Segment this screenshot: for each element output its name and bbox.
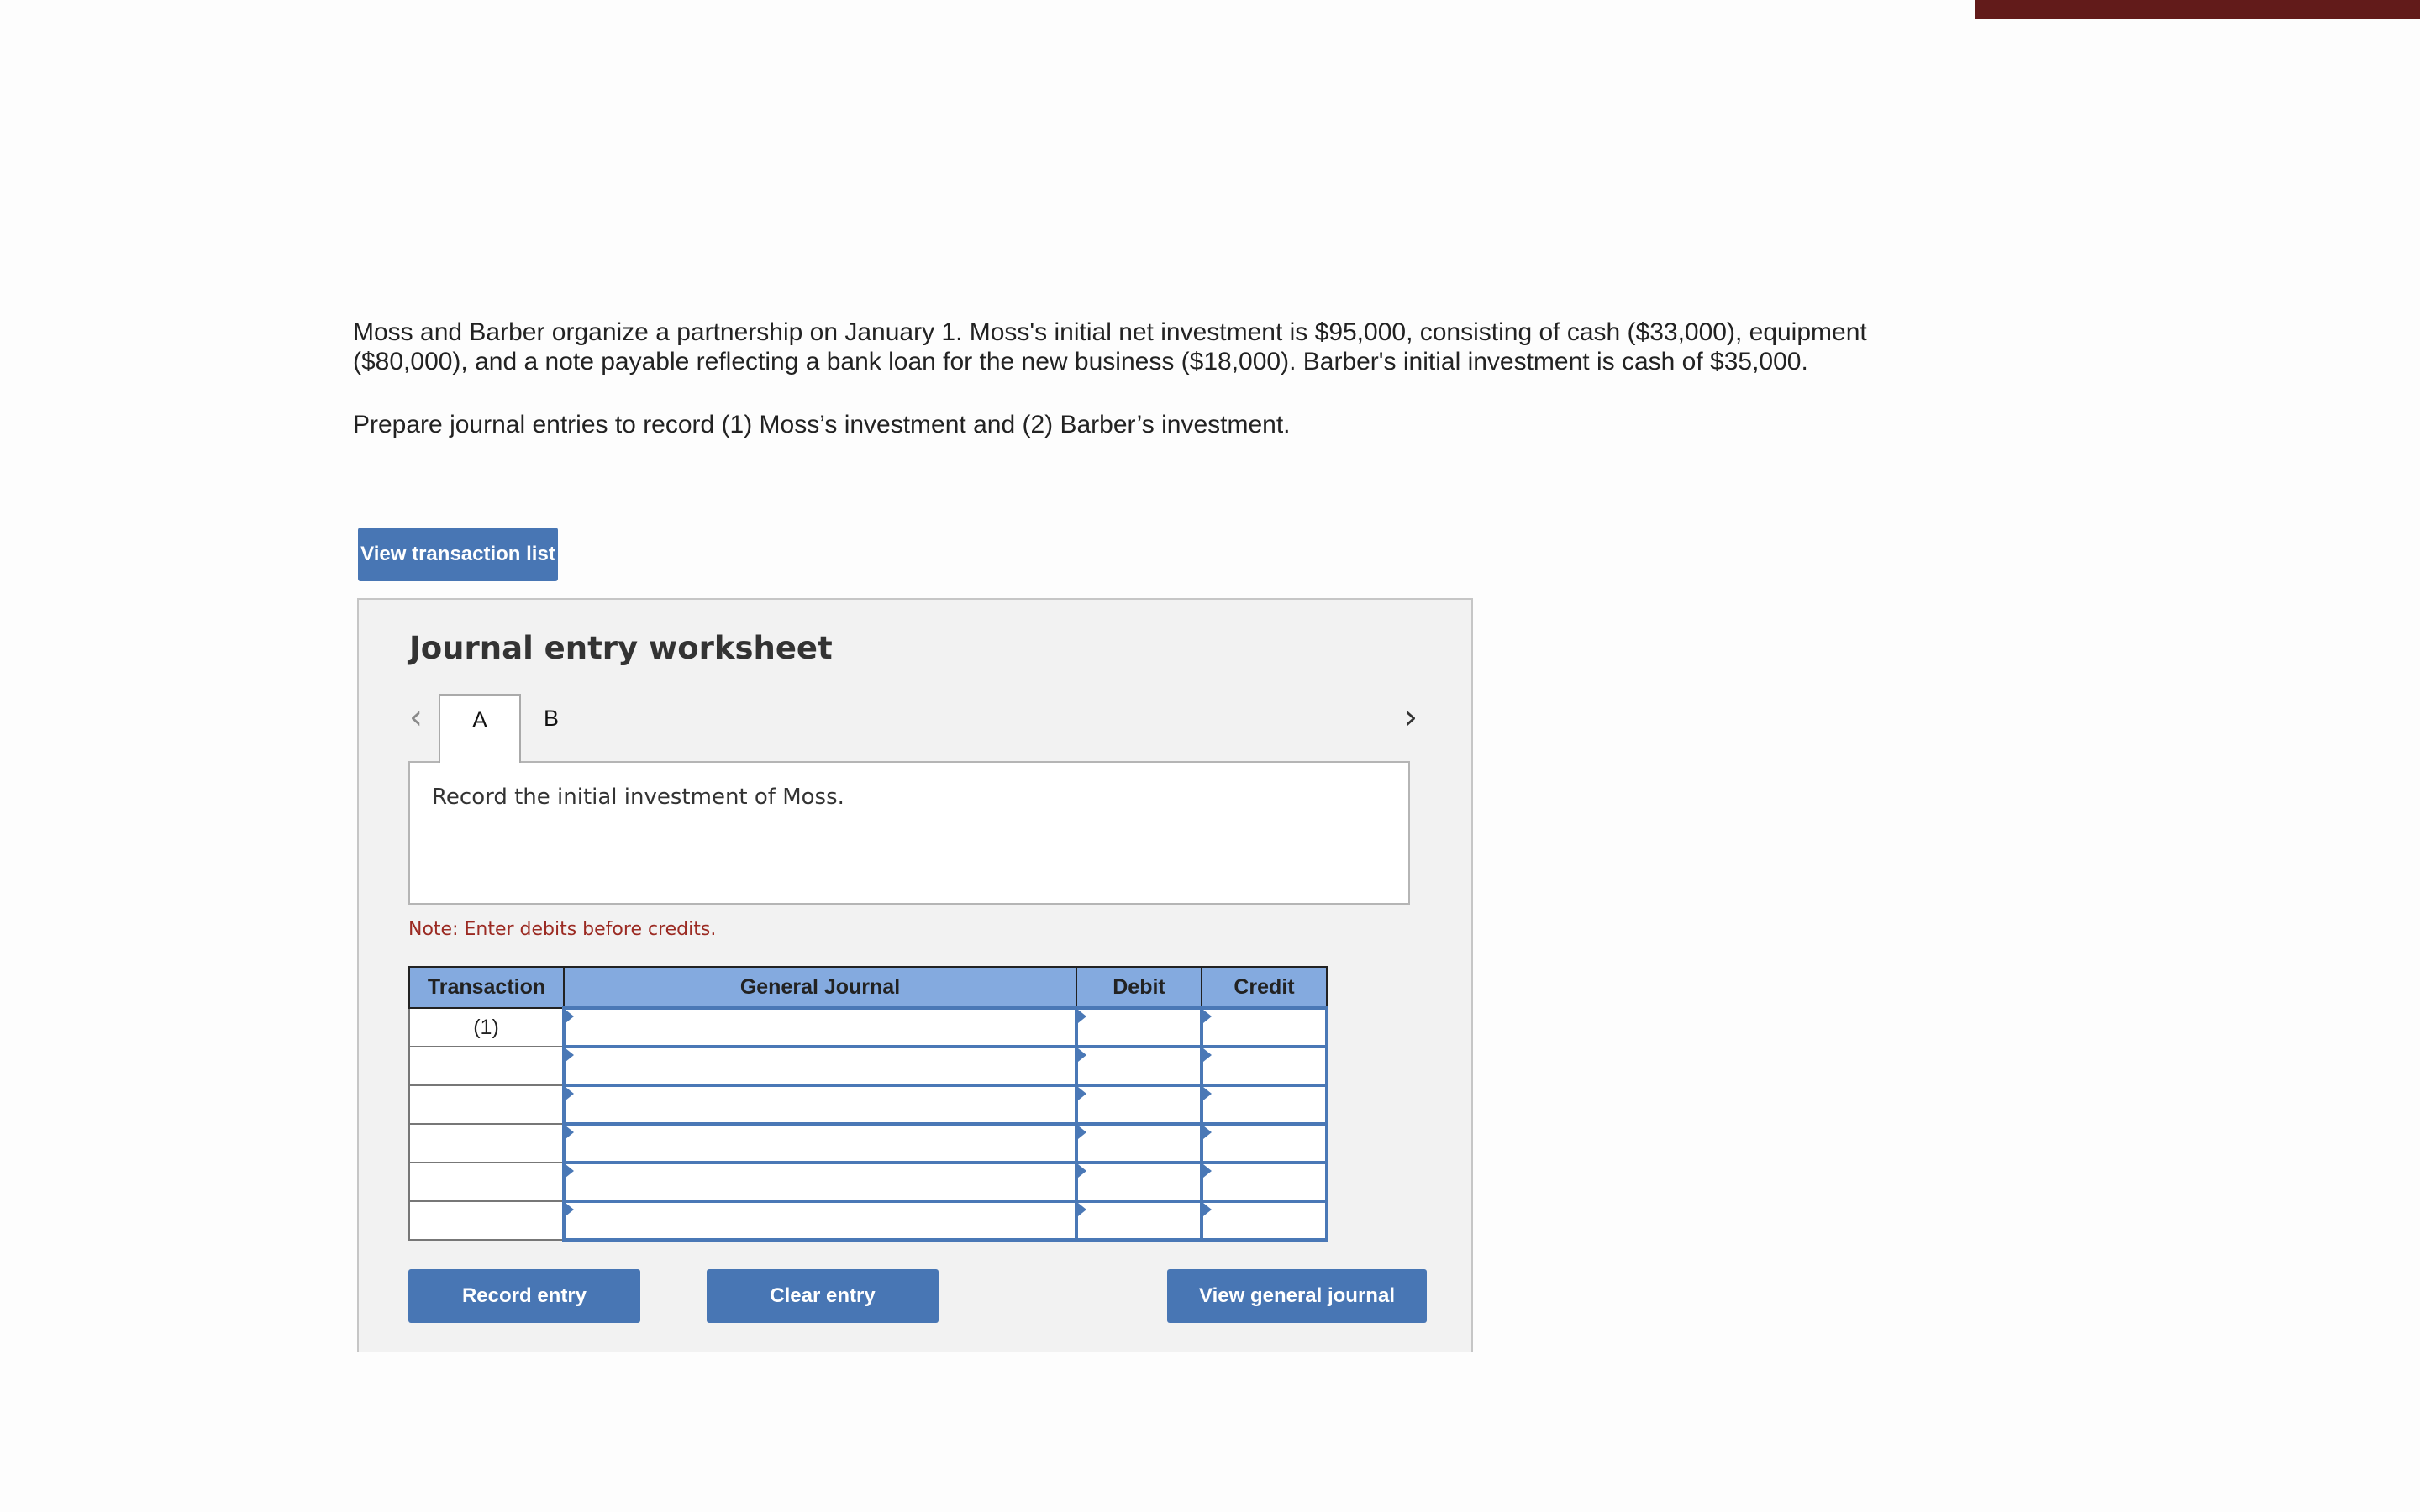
cell-marker-icon [566, 1087, 574, 1100]
account-cell [562, 1200, 1078, 1242]
credit-cell [1200, 1122, 1328, 1164]
table-row [408, 1122, 1328, 1164]
account-cell [562, 1006, 1078, 1048]
cell-marker-icon [566, 1164, 574, 1178]
view-general-journal-button[interactable]: View general journal [1167, 1269, 1427, 1323]
table-header-row: Transaction General Journal Debit Credit [408, 966, 1328, 1009]
account-input[interactable] [566, 1203, 1075, 1238]
transaction-description: Record the initial investment of Moss. [432, 785, 844, 810]
account-input[interactable] [566, 1048, 1075, 1084]
cell-marker-icon [1203, 1048, 1212, 1062]
credit-cell [1200, 1045, 1328, 1087]
credit-cell [1200, 1161, 1328, 1203]
cell-marker-icon [1078, 1164, 1086, 1178]
header-debit: Debit [1076, 966, 1202, 1009]
credit-cell [1200, 1006, 1328, 1048]
tab-a[interactable]: A [439, 694, 521, 763]
account-cell [562, 1084, 1078, 1126]
debit-cell [1075, 1161, 1203, 1203]
cell-marker-icon [1203, 1087, 1212, 1100]
journal-entry-worksheet: Journal entry worksheet ‹ › A B Record t… [357, 598, 1473, 1352]
chevron-right-icon[interactable]: › [1404, 701, 1418, 734]
cell-marker-icon [1078, 1010, 1086, 1023]
account-input[interactable] [566, 1126, 1075, 1161]
cell-marker-icon [1203, 1126, 1212, 1139]
header-transaction: Transaction [408, 966, 565, 1009]
credit-input[interactable] [1203, 1010, 1325, 1045]
credit-input[interactable] [1203, 1048, 1325, 1084]
journal-table: Transaction General Journal Debit Credit… [408, 966, 1328, 1242]
credit-input[interactable] [1203, 1126, 1325, 1161]
account-cell [562, 1045, 1078, 1087]
record-entry-button[interactable]: Record entry [408, 1269, 640, 1323]
transaction-cell [408, 1200, 565, 1241]
credit-input[interactable] [1203, 1203, 1325, 1238]
cell-marker-icon [1203, 1203, 1212, 1216]
tab-b[interactable]: B [510, 694, 592, 761]
debit-cell [1075, 1045, 1203, 1087]
account-cell [562, 1122, 1078, 1164]
cell-marker-icon [566, 1203, 574, 1216]
table-row [408, 1161, 1328, 1203]
credit-input[interactable] [1203, 1087, 1325, 1122]
debit-input[interactable] [1078, 1164, 1200, 1200]
debits-note: Note: Enter debits before credits. [408, 919, 717, 940]
cell-marker-icon [1078, 1048, 1086, 1062]
transaction-cell [408, 1162, 565, 1202]
problem-statement: Moss and Barber organize a partnership o… [353, 318, 1933, 439]
debit-input[interactable] [1078, 1087, 1200, 1122]
account-input[interactable] [566, 1010, 1075, 1045]
debit-cell [1075, 1200, 1203, 1242]
credit-cell [1200, 1200, 1328, 1242]
debit-cell [1075, 1122, 1203, 1164]
account-input[interactable] [566, 1164, 1075, 1200]
transaction-cell [408, 1084, 565, 1125]
problem-instruction: Prepare journal entries to record (1) Mo… [353, 411, 1291, 438]
credit-input[interactable] [1203, 1164, 1325, 1200]
account-input[interactable] [566, 1087, 1075, 1122]
debit-input[interactable] [1078, 1126, 1200, 1161]
debit-cell [1075, 1084, 1203, 1126]
debit-input[interactable] [1078, 1048, 1200, 1084]
transaction-cell [408, 1123, 565, 1163]
transaction-cell [408, 1046, 565, 1086]
table-row: (1) [408, 1006, 1328, 1048]
view-transaction-list-button[interactable]: View transaction list [358, 528, 558, 581]
top-accent-bar [1975, 0, 2420, 19]
debit-input[interactable] [1078, 1010, 1200, 1045]
cell-marker-icon [1203, 1164, 1212, 1178]
debit-input[interactable] [1078, 1203, 1200, 1238]
cell-marker-icon [566, 1126, 574, 1139]
cell-marker-icon [1078, 1126, 1086, 1139]
clear-entry-button[interactable]: Clear entry [707, 1269, 939, 1323]
transaction-cell: (1) [408, 1007, 565, 1047]
header-credit: Credit [1201, 966, 1328, 1009]
cell-marker-icon [566, 1048, 574, 1062]
worksheet-title: Journal entry worksheet [409, 630, 833, 666]
debit-cell [1075, 1006, 1203, 1048]
table-row [408, 1200, 1328, 1242]
tab-a-label: A [471, 707, 487, 732]
problem-paragraph: Moss and Barber organize a partnership o… [353, 318, 1867, 375]
account-cell [562, 1161, 1078, 1203]
transaction-description-box: Record the initial investment of Moss. [408, 761, 1410, 905]
table-row [408, 1084, 1328, 1126]
tab-b-label: B [543, 706, 559, 731]
table-row [408, 1045, 1328, 1087]
cell-marker-icon [1203, 1010, 1212, 1023]
cell-marker-icon [566, 1010, 574, 1023]
chevron-left-icon[interactable]: ‹ [409, 701, 423, 734]
credit-cell [1200, 1084, 1328, 1126]
cell-marker-icon [1078, 1203, 1086, 1216]
cell-marker-icon [1078, 1087, 1086, 1100]
header-general-journal: General Journal [563, 966, 1077, 1009]
